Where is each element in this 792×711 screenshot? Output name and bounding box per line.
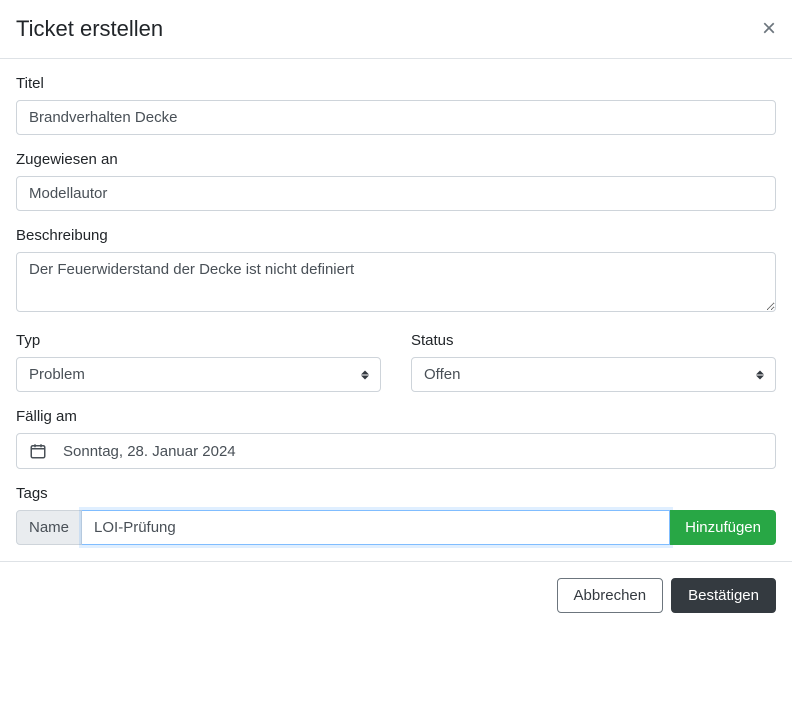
tags-row: Name Hinzufügen <box>16 510 776 545</box>
type-select-wrapper: Problem <box>16 357 381 392</box>
description-group: Beschreibung Der Feuerwiderstand der Dec… <box>16 227 776 316</box>
calendar-icon <box>29 442 47 460</box>
close-icon: × <box>762 15 776 42</box>
status-select[interactable]: Offen <box>411 357 776 392</box>
close-button[interactable]: × <box>762 17 776 41</box>
modal-header: Ticket erstellen × <box>0 0 792 59</box>
due-group: Fällig am Sonntag, 28. Januar 2024 <box>16 408 776 469</box>
assigned-group: Zugewiesen an <box>16 151 776 211</box>
type-select[interactable]: Problem <box>16 357 381 392</box>
description-textarea[interactable]: Der Feuerwiderstand der Decke ist nicht … <box>16 252 776 312</box>
status-select-wrapper: Offen <box>411 357 776 392</box>
title-label: Titel <box>16 75 776 92</box>
tags-input[interactable] <box>82 510 670 545</box>
add-tag-button[interactable]: Hinzufügen <box>670 510 776 545</box>
modal-title: Ticket erstellen <box>16 16 163 42</box>
type-status-row: Typ Problem Status Offen <box>16 332 776 408</box>
confirm-button[interactable]: Bestätigen <box>671 578 776 613</box>
tags-group: Tags Name Hinzufügen <box>16 485 776 545</box>
status-group: Status Offen <box>411 332 776 392</box>
due-label: Fällig am <box>16 408 776 425</box>
modal-footer: Abbrechen Bestätigen <box>0 561 792 629</box>
title-input[interactable] <box>16 100 776 135</box>
tags-name-label: Name <box>16 510 82 545</box>
status-label: Status <box>411 332 776 349</box>
type-group: Typ Problem <box>16 332 381 392</box>
assigned-input[interactable] <box>16 176 776 211</box>
description-label: Beschreibung <box>16 227 776 244</box>
due-date-text: Sonntag, 28. Januar 2024 <box>63 443 236 460</box>
modal-body: Titel Zugewiesen an Beschreibung Der Feu… <box>0 59 792 561</box>
cancel-button[interactable]: Abbrechen <box>557 578 664 613</box>
due-date-input[interactable]: Sonntag, 28. Januar 2024 <box>16 433 776 469</box>
tags-label: Tags <box>16 485 776 502</box>
assigned-label: Zugewiesen an <box>16 151 776 168</box>
title-group: Titel <box>16 75 776 135</box>
type-label: Typ <box>16 332 381 349</box>
